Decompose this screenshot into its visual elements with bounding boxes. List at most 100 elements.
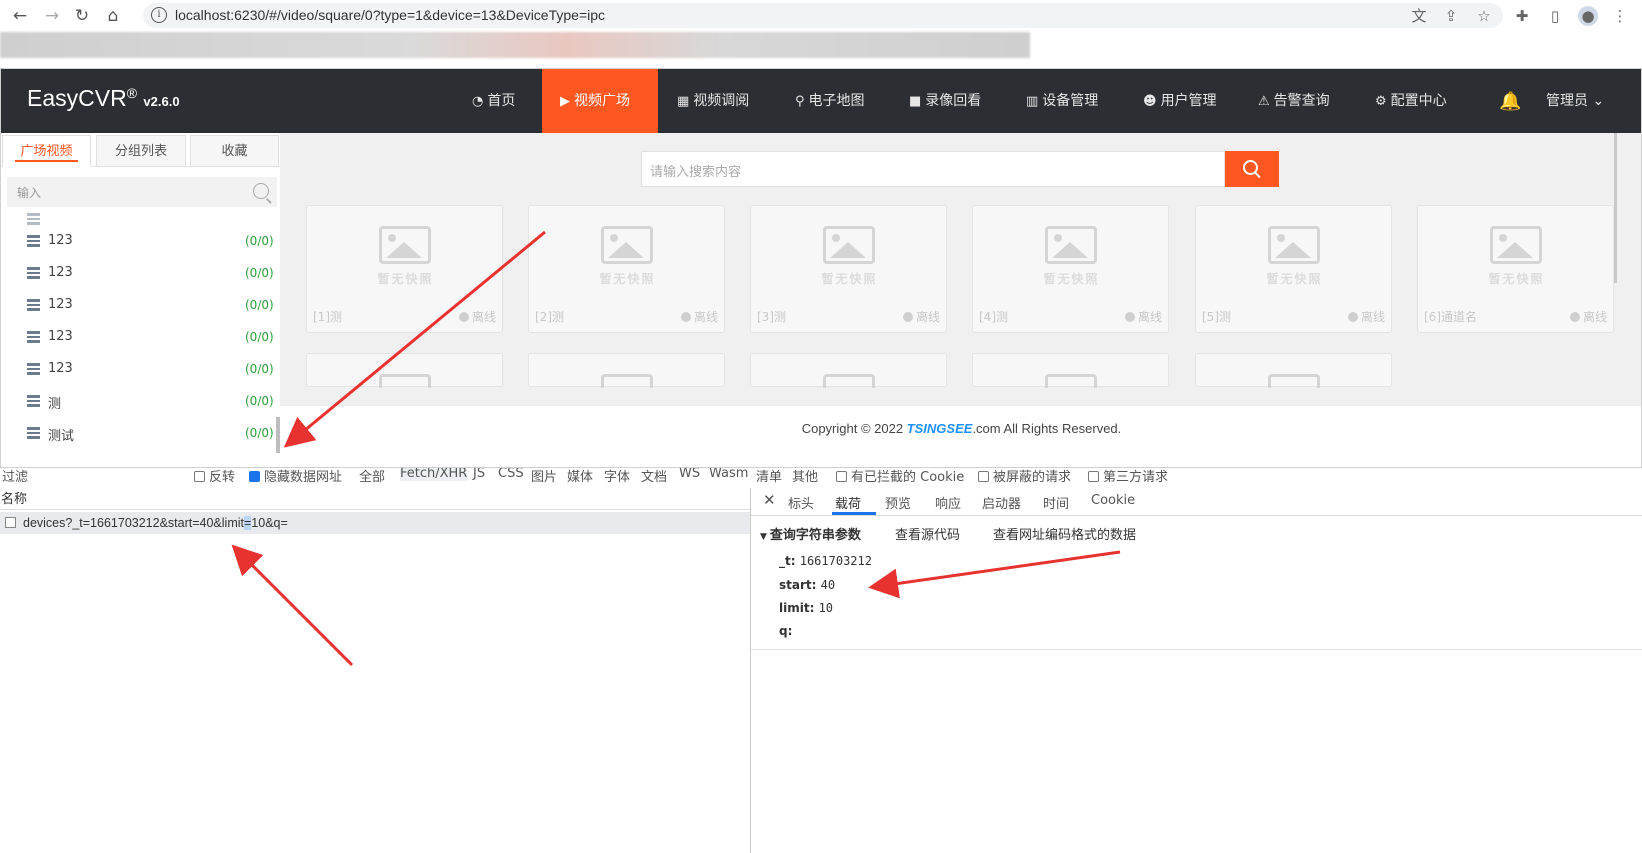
reload-icon[interactable]: ↻ (70, 4, 94, 28)
nav-playback[interactable]: ■ 录像回看 (909, 69, 981, 133)
list-item[interactable]: 123 (0/0) (1, 289, 280, 321)
filter-type-media[interactable]: 媒体 (567, 468, 593, 485)
blocked-requests-checkbox[interactable]: 被屏蔽的请求 (978, 468, 1071, 485)
video-card[interactable]: 暂无快照 [6]通道名 离线 (1417, 205, 1614, 333)
list-item[interactable]: 123 (0/0) (1, 225, 280, 257)
filter-label[interactable]: 过滤 (2, 468, 28, 485)
sidebar-search-input[interactable]: 输入 (7, 177, 277, 207)
nav-config[interactable]: ⚙ 配置中心 (1375, 69, 1447, 133)
third-party-checkbox[interactable]: 第三方请求 (1088, 468, 1168, 485)
panel-divider[interactable] (750, 488, 751, 853)
sidepanel-icon[interactable]: ▯ (1545, 6, 1565, 26)
image-placeholder-icon (1490, 226, 1542, 264)
filter-type-doc[interactable]: 文档 (641, 468, 667, 485)
tab-response[interactable]: 响应 (935, 493, 961, 512)
hide-data-urls-checkbox[interactable]: 隐藏数据网址 (249, 468, 342, 485)
back-icon[interactable]: ← (8, 4, 32, 28)
nav-users[interactable]: ☻ 用户管理 (1143, 69, 1217, 133)
video-card-partial[interactable] (1195, 353, 1392, 388)
info-icon[interactable]: i (151, 7, 167, 23)
url-text[interactable]: localhost:6230/#/video/square/0?type=1&d… (175, 7, 605, 23)
more-icon[interactable]: ⋮ (1610, 6, 1630, 26)
device-icon (27, 235, 40, 247)
filter-type-js[interactable]: JS (473, 468, 485, 481)
device-icon (27, 395, 40, 407)
star-icon[interactable]: ☆ (1474, 6, 1494, 26)
list-item[interactable]: 123 (0/0) (1, 257, 280, 289)
status-badge: 离线 (1347, 308, 1385, 325)
request-row[interactable]: devices?_t=1661703212&start=40&limit=10&… (0, 512, 750, 534)
view-source-link[interactable]: 查看源代码 (895, 524, 960, 543)
filter-type-manifest[interactable]: 清单 (756, 468, 782, 485)
nav-home[interactable]: ◔ 首页 (472, 69, 515, 133)
admin-menu[interactable]: 管理员 ⌄ (1546, 69, 1604, 133)
address-bar[interactable]: i localhost:6230/#/video/square/0?type=1… (143, 3, 1503, 28)
name-column-header[interactable]: 名称 (0, 488, 750, 510)
home-icon[interactable]: ⌂ (101, 4, 125, 28)
forward-icon[interactable]: → (40, 4, 64, 28)
info-icon (1569, 312, 1580, 322)
tab-group-list[interactable]: 分组列表 (96, 135, 186, 167)
profile-icon[interactable]: ● (1578, 6, 1598, 26)
list-item[interactable]: 123 (0/0) (1, 353, 280, 385)
list-item[interactable]: 测 (0/0) (1, 385, 280, 417)
list-item[interactable]: 123 (0/0) (1, 321, 280, 353)
nav-alarms[interactable]: ⚠ 告警查询 (1258, 69, 1330, 133)
video-square-main: 请输入搜索内容 暂无快照 [1]测 离线 暂无快照 [2]测 离线 暂无快照 [… (280, 133, 1641, 467)
blurred-bookmarks-bar (0, 32, 1030, 58)
nav-devices[interactable]: ▥ 设备管理 (1026, 69, 1098, 133)
extensions-icon[interactable]: ✚ (1512, 6, 1532, 26)
video-card[interactable]: 暂无快照 [3]测 离线 (750, 205, 947, 333)
tab-initiator[interactable]: 启动器 (982, 493, 1021, 512)
map-pin-icon: ⚲ (795, 94, 805, 109)
param-row: _t: 1661703212 (779, 554, 872, 568)
video-card-partial[interactable] (750, 353, 947, 388)
copyright-brand[interactable]: TSINGSEE (907, 421, 973, 436)
nav-video-square[interactable]: ▶ 视频广场 (542, 69, 658, 133)
video-card-partial[interactable] (306, 353, 503, 388)
filter-type-fetch-xhr[interactable]: Fetch/XHR (400, 468, 468, 481)
network-filter-bar: 过滤 反转 隐藏数据网址 全部 Fetch/XHR JS CSS 图片 媒体 字… (0, 468, 1642, 486)
user-icon: ☻ (1143, 94, 1157, 109)
video-card-partial[interactable] (528, 353, 725, 388)
video-card[interactable]: 暂无快照 [5]测 离线 (1195, 205, 1392, 333)
filter-type-other[interactable]: 其他 (792, 468, 818, 485)
filter-type-font[interactable]: 字体 (604, 468, 630, 485)
param-row: q: (779, 624, 792, 638)
main-scrollbar[interactable] (1614, 133, 1617, 283)
nav-alarms-label: 告警查询 (1273, 93, 1330, 109)
tab-square-video[interactable]: 广场视频 (2, 135, 91, 167)
search-icon[interactable] (253, 183, 269, 199)
filter-type-css[interactable]: CSS (498, 468, 524, 481)
request-name-end: 10&q= (251, 516, 288, 530)
filter-type-wasm[interactable]: Wasm (709, 468, 748, 481)
tab-favorites[interactable]: 收藏 (190, 135, 279, 167)
tab-headers[interactable]: 标头 (788, 493, 814, 512)
tab-preview[interactable]: 预览 (885, 493, 911, 512)
search-button[interactable] (1225, 151, 1279, 187)
share-icon[interactable]: ⇪ (1441, 6, 1461, 26)
list-item[interactable]: 测试 (0/0) (1, 417, 280, 449)
translate-icon[interactable]: 文 (1409, 6, 1429, 26)
filter-type-img[interactable]: 图片 (531, 468, 557, 485)
main-search-input[interactable]: 请输入搜索内容 (641, 151, 1225, 187)
filter-type-all[interactable]: 全部 (359, 468, 385, 485)
invert-checkbox[interactable]: 反转 (194, 468, 235, 485)
blocked-cookies-checkbox[interactable]: 有已拦截的 Cookie (836, 468, 964, 485)
video-card-partial[interactable] (972, 353, 1169, 388)
video-card[interactable]: 暂无快照 [4]测 离线 (972, 205, 1169, 333)
brand-logo[interactable]: EasyCVR® v2.6.0 (27, 85, 180, 112)
query-params-section-toggle[interactable]: ▼ 查询字符串参数 (760, 524, 861, 543)
close-icon[interactable]: ✕ (763, 491, 776, 509)
nav-video-view[interactable]: ▦ 视频调阅 (677, 69, 749, 133)
tab-timing[interactable]: 时间 (1043, 493, 1069, 512)
view-url-encoded-link[interactable]: 查看网址编码格式的数据 (993, 524, 1136, 543)
status-text: 离线 (915, 310, 940, 324)
video-card[interactable]: 暂无快照 [1]测 离线 (306, 205, 503, 333)
filter-type-ws[interactable]: WS (679, 468, 700, 481)
nav-map[interactable]: ⚲ 电子地图 (795, 69, 865, 133)
bell-icon[interactable]: 🔔 (1499, 91, 1521, 112)
tab-payload[interactable]: 载荷 (835, 493, 861, 512)
tab-cookies[interactable]: Cookie (1091, 493, 1135, 508)
video-card[interactable]: 暂无快照 [2]测 离线 (528, 205, 725, 333)
